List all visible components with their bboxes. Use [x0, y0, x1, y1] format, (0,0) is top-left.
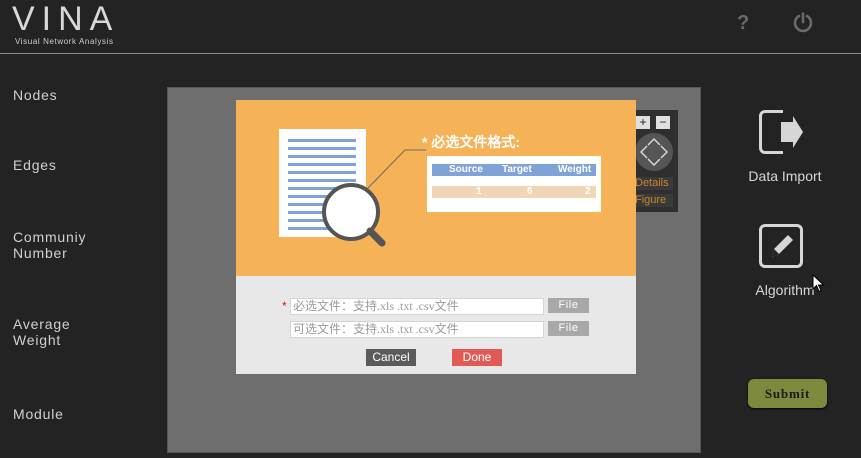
import-icon	[759, 110, 803, 154]
stat-edges-label: Edges	[13, 157, 57, 173]
import-dialog: * 必选文件格式: Source Target Weight 1 6 2 * 必…	[236, 100, 636, 374]
optional-file-button[interactable]: File	[548, 321, 589, 336]
format-title: * 必选文件格式:	[422, 134, 520, 150]
cancel-button[interactable]: Cancel	[366, 349, 416, 366]
done-button[interactable]: Done	[452, 349, 502, 366]
required-file-button[interactable]: File	[548, 298, 589, 313]
data-import-label: Data Import	[748, 168, 822, 184]
app-logo: VINA	[12, 0, 120, 38]
zoom-in-button[interactable]: +	[636, 116, 650, 129]
required-file-input[interactable]: 必选文件：支持.xls .txt .csv文件	[290, 298, 544, 315]
stat-module-label: Module	[13, 406, 64, 422]
submit-button[interactable]: Submit	[748, 379, 827, 408]
mouse-cursor-icon	[812, 274, 825, 293]
data-import-button[interactable]: Data Import	[735, 108, 835, 188]
sample-table-row: 1 6 2	[432, 186, 596, 198]
header-source: Source	[449, 164, 483, 175]
sample-table-header: Source Target Weight	[432, 164, 596, 176]
stat-community-number-label: Communiy Number	[13, 229, 87, 261]
app-header: VINA Visual Network Analysis ?	[0, 0, 861, 54]
cell-source: 1	[476, 186, 482, 197]
header-weight: Weight	[558, 164, 592, 175]
help-icon[interactable]: ?	[737, 12, 749, 35]
cell-target: 6	[527, 186, 533, 197]
stat-nodes-label: Nodes	[13, 87, 58, 103]
stat-average-weight-label: Average Weight	[13, 316, 71, 348]
required-marker: *	[282, 299, 287, 313]
magnifier-icon	[322, 149, 426, 247]
header-target: Target	[502, 164, 532, 175]
details-button[interactable]: Details	[635, 177, 673, 190]
graph-nav-panel: + − Details Figure	[632, 110, 678, 212]
cell-weight: 2	[585, 186, 591, 197]
sample-table: Source Target Weight 1 6 2	[427, 156, 601, 212]
dialog-header: * 必选文件格式: Source Target Weight 1 6 2	[236, 100, 636, 276]
figure-button[interactable]: Figure	[635, 194, 673, 207]
zoom-out-button[interactable]: −	[656, 116, 670, 129]
app-subtitle: Visual Network Analysis	[15, 37, 114, 46]
edit-icon	[759, 224, 803, 268]
pan-dpad-icon[interactable]	[635, 133, 673, 171]
optional-file-input[interactable]: 可选文件：支持.xls .txt .csv文件	[290, 321, 544, 338]
power-icon[interactable]	[792, 12, 814, 34]
